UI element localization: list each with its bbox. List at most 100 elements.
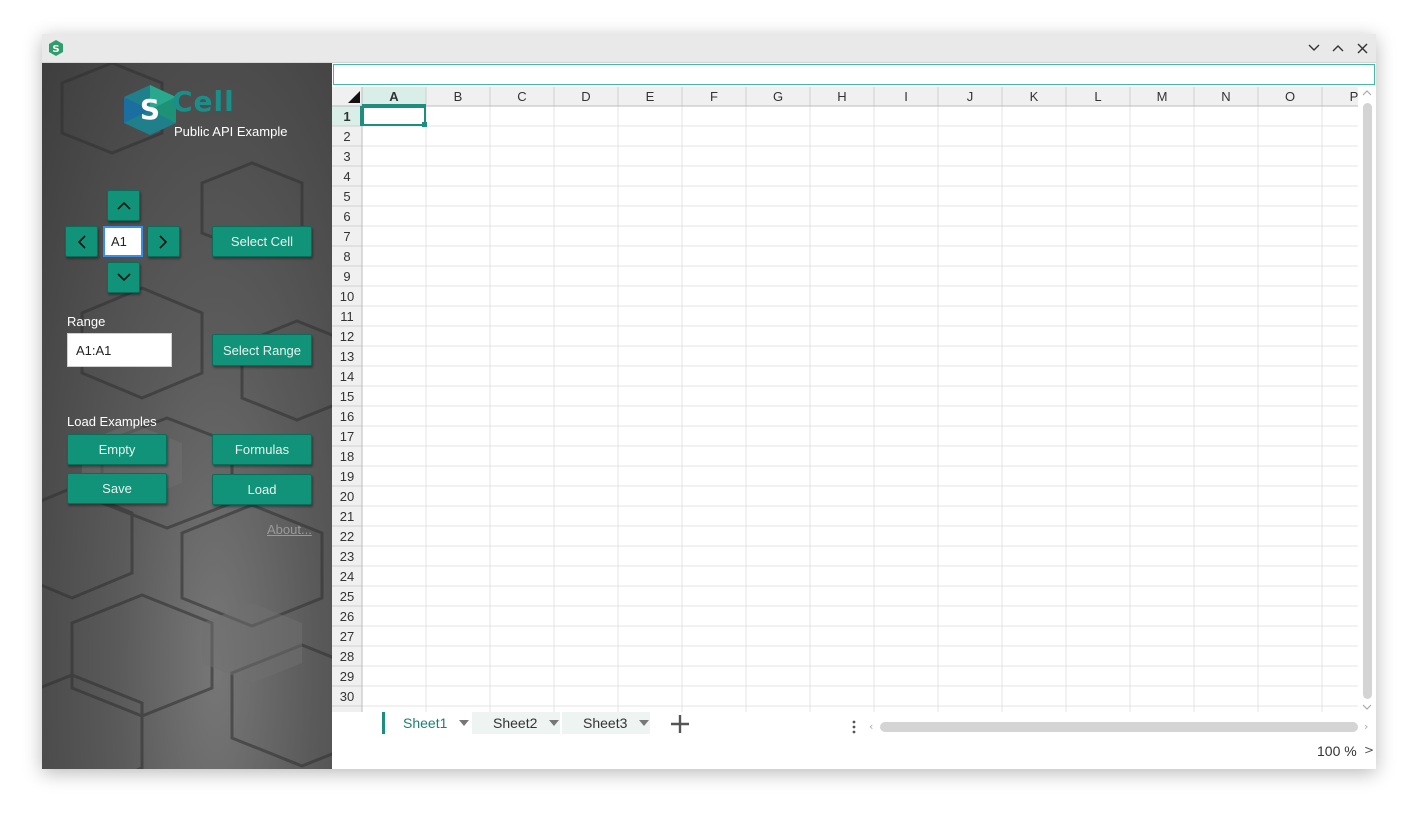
- row-header-27[interactable]: 27: [340, 629, 354, 644]
- zoom-next-icon[interactable]: >: [1364, 743, 1374, 757]
- column-header-i[interactable]: I: [904, 89, 908, 104]
- column-header-a[interactable]: A: [389, 89, 399, 104]
- sheet-tab-label: Sheet1: [403, 715, 448, 731]
- load-examples-label: Load Examples: [67, 414, 157, 429]
- empty-button[interactable]: Empty: [67, 434, 167, 465]
- formulas-button[interactable]: Formulas: [212, 434, 312, 465]
- chevron-up-icon: [116, 201, 131, 210]
- chevron-left-icon: [77, 234, 86, 249]
- row-header-2[interactable]: 2: [343, 129, 350, 144]
- move-down-button[interactable]: [107, 262, 140, 293]
- load-button[interactable]: Load: [212, 474, 312, 505]
- column-header-d[interactable]: D: [581, 89, 590, 104]
- sidebar-panel: S Cell Public API Example A1 Select Cell…: [42, 63, 332, 769]
- column-header-o[interactable]: O: [1285, 89, 1295, 104]
- app-window: S S Cell Public API Example A1 Select Ce…: [42, 34, 1376, 769]
- row-header-11[interactable]: 11: [340, 309, 354, 324]
- cell-address-input[interactable]: A1: [103, 226, 143, 257]
- logo-wordmark: Cell: [172, 85, 235, 118]
- column-header-j[interactable]: J: [967, 89, 974, 104]
- column-header-g[interactable]: G: [773, 89, 783, 104]
- tab-splitter-icon[interactable]: [851, 720, 857, 734]
- column-header-l[interactable]: L: [1094, 89, 1101, 104]
- scroll-left-icon[interactable]: ‹: [869, 720, 873, 733]
- row-header-8[interactable]: 8: [343, 249, 350, 264]
- row-header-15[interactable]: 15: [340, 389, 354, 404]
- vertical-scroll-thumb[interactable]: [1363, 103, 1372, 699]
- row-header-7[interactable]: 7: [343, 229, 350, 244]
- column-header-e[interactable]: E: [646, 89, 655, 104]
- column-header-n[interactable]: N: [1221, 89, 1230, 104]
- select-range-button[interactable]: Select Range: [212, 334, 312, 366]
- row-header-21[interactable]: 21: [340, 509, 354, 524]
- row-header-25[interactable]: 25: [340, 589, 354, 604]
- chevron-down-icon: [116, 273, 131, 282]
- svg-text:S: S: [140, 93, 160, 126]
- row-header-4[interactable]: 4: [343, 169, 350, 184]
- sheet-tab-3[interactable]: Sheet3: [562, 712, 650, 734]
- spreadsheet-grid[interactable]: A B C D E F G H I J K L M N O P 1 2 3 4 5 6 7 8 9 10 11 12 13 14 15 16 1…: [332, 87, 1376, 712]
- scroll-right-icon[interactable]: ›: [1364, 720, 1368, 733]
- fill-handle[interactable]: [422, 122, 427, 127]
- move-up-button[interactable]: [107, 190, 140, 221]
- row-header-26[interactable]: 26: [340, 609, 354, 624]
- range-input[interactable]: A1:A1: [67, 333, 172, 367]
- maximize-button[interactable]: [1328, 38, 1348, 58]
- row-header-24[interactable]: 24: [340, 569, 354, 584]
- row-header-13[interactable]: 13: [340, 349, 354, 364]
- save-button[interactable]: Save: [67, 473, 167, 504]
- sheet-tab-bar: Sheet1 Sheet2 Sheet3 ‹ ›: [332, 712, 1376, 739]
- row-header-30[interactable]: 30: [340, 689, 354, 704]
- column-header-p[interactable]: P: [1350, 89, 1358, 104]
- horizontal-scroll-thumb[interactable]: [880, 722, 1358, 732]
- column-header-m[interactable]: M: [1157, 89, 1168, 104]
- row-header-29[interactable]: 29: [340, 669, 354, 684]
- row-header-20[interactable]: 20: [340, 489, 354, 504]
- select-cell-button[interactable]: Select Cell: [212, 226, 312, 257]
- sheet-tab-2[interactable]: Sheet2: [472, 712, 560, 734]
- formula-bar-input[interactable]: [333, 64, 1375, 85]
- about-link[interactable]: About...: [267, 522, 312, 537]
- sheet-menu-caret-icon[interactable]: [459, 720, 469, 726]
- column-header-h[interactable]: H: [837, 89, 846, 104]
- svg-text:S: S: [52, 44, 59, 55]
- row-header-6[interactable]: 6: [343, 209, 350, 224]
- row-header-1[interactable]: 1: [343, 109, 350, 124]
- scell-logo-icon: S: [124, 85, 176, 135]
- scroll-up-icon: [1362, 90, 1372, 96]
- row-header-19[interactable]: 19: [340, 469, 354, 484]
- row-header-23[interactable]: 23: [340, 549, 354, 564]
- row-header-17[interactable]: 17: [340, 429, 354, 444]
- close-button[interactable]: [1352, 38, 1372, 58]
- row-header-10[interactable]: 10: [340, 289, 354, 304]
- add-sheet-icon[interactable]: [668, 712, 692, 736]
- move-right-button[interactable]: [147, 226, 180, 257]
- minimize-button[interactable]: [1304, 38, 1324, 58]
- range-label: Range: [67, 314, 106, 329]
- chevron-right-icon: [159, 234, 168, 249]
- column-header-c[interactable]: C: [517, 89, 526, 104]
- app-logo-icon: S: [49, 40, 63, 56]
- row-header-22[interactable]: 22: [340, 529, 354, 544]
- move-left-button[interactable]: [65, 226, 98, 257]
- row-header-14[interactable]: 14: [340, 369, 354, 384]
- app-subtitle: Public API Example: [174, 124, 288, 139]
- sheet-tab-1[interactable]: Sheet1: [382, 712, 470, 734]
- row-header-3[interactable]: 3: [343, 149, 350, 164]
- column-header-f[interactable]: F: [710, 89, 718, 104]
- row-header-9[interactable]: 9: [343, 269, 350, 284]
- row-header-16[interactable]: 16: [340, 409, 354, 424]
- sheet-tab-label: Sheet3: [583, 715, 628, 731]
- row-header-18[interactable]: 18: [340, 449, 354, 464]
- row-header-12[interactable]: 12: [340, 329, 354, 344]
- active-cell-cursor[interactable]: [362, 106, 426, 126]
- column-header-b[interactable]: B: [454, 89, 463, 104]
- sheet-menu-caret-icon[interactable]: [639, 720, 649, 726]
- row-header-5[interactable]: 5: [343, 189, 350, 204]
- column-header-k[interactable]: K: [1030, 89, 1039, 104]
- chevron-up-icon: [1332, 45, 1344, 52]
- sheet-menu-caret-icon[interactable]: [549, 720, 559, 726]
- vertical-scrollbar[interactable]: [1358, 87, 1376, 712]
- row-header-28[interactable]: 28: [340, 649, 354, 664]
- zoom-level: 100 %: [1317, 743, 1357, 759]
